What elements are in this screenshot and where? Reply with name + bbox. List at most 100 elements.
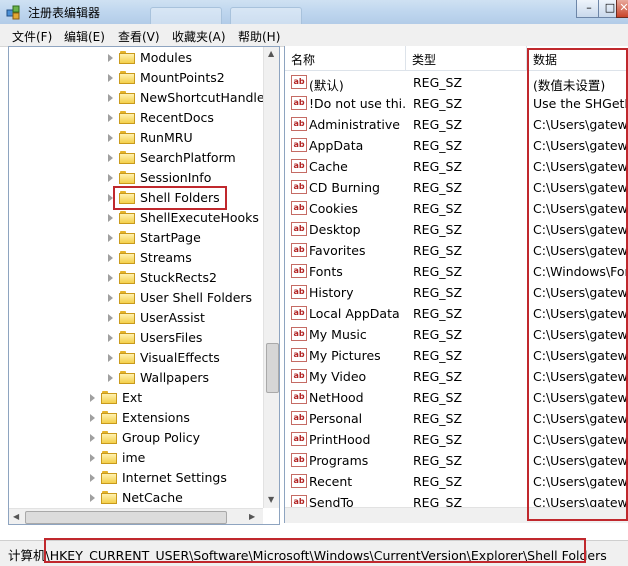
folder-icon	[101, 411, 117, 424]
folder-icon	[119, 351, 135, 364]
tree-item[interactable]: NewShortcutHandler	[9, 88, 270, 108]
string-value-icon: ab	[291, 138, 307, 152]
folder-icon	[119, 371, 135, 384]
string-value-icon: ab	[291, 117, 307, 131]
tree-horizontal-scrollbar[interactable]: ◀ ▶	[9, 508, 263, 524]
expand-arrow-icon[interactable]	[90, 434, 95, 442]
tree-item-label: Wallpapers	[140, 370, 210, 385]
background-tabs	[150, 7, 450, 25]
expand-arrow-icon[interactable]	[108, 214, 113, 222]
tree-item[interactable]: RecentDocs	[9, 108, 263, 128]
value-type: REG_SZ	[413, 75, 463, 90]
tree-item[interactable]: StuckRects2	[9, 268, 263, 288]
tree-vertical-scrollbar[interactable]: ▲ ▼	[263, 47, 279, 508]
tree-item[interactable]: SessionInfo	[9, 168, 263, 188]
tree-item[interactable]: SearchPlatform	[9, 148, 263, 168]
value-name: My Pictures	[309, 348, 381, 363]
tree-item[interactable]: Streams	[9, 248, 263, 268]
folder-icon	[119, 151, 135, 164]
folder-icon	[119, 171, 135, 184]
value-type: REG_SZ	[413, 411, 463, 426]
string-value-icon: ab	[291, 474, 307, 488]
expand-arrow-icon[interactable]	[108, 254, 113, 262]
tree-item[interactable]: Ext	[9, 388, 263, 408]
value-type: REG_SZ	[413, 180, 463, 195]
tree-item[interactable]: StartPage	[9, 228, 263, 248]
value-type: REG_SZ	[413, 432, 463, 447]
tree-item[interactable]: NetCache	[9, 488, 263, 508]
expand-arrow-icon[interactable]	[108, 274, 113, 282]
expand-arrow-icon[interactable]	[90, 394, 95, 402]
menu-favorites[interactable]: 收藏夹(A)	[172, 28, 226, 45]
tree-item[interactable]: ShellExecuteHooks	[9, 208, 263, 228]
folder-icon	[119, 211, 135, 224]
data-column-highlight	[527, 48, 628, 521]
menu-edit[interactable]: 编辑(E)	[64, 28, 105, 45]
expand-arrow-icon[interactable]	[108, 114, 113, 122]
expand-arrow-icon[interactable]	[108, 94, 113, 102]
scroll-up-arrow-icon[interactable]: ▲	[268, 49, 274, 58]
tree-item[interactable]: Extensions	[9, 408, 263, 428]
value-type: REG_SZ	[413, 369, 463, 384]
folder-icon	[119, 231, 135, 244]
expand-arrow-icon[interactable]	[108, 54, 113, 62]
tree-item-label: Modules	[140, 50, 192, 65]
column-header-name[interactable]: 名称	[285, 46, 406, 71]
tree-item[interactable]: RunMRU	[9, 128, 263, 148]
expand-arrow-icon[interactable]	[108, 334, 113, 342]
tree-hscroll-thumb[interactable]	[25, 511, 227, 524]
expand-arrow-icon[interactable]	[90, 474, 95, 482]
scroll-right-arrow-icon[interactable]: ▶	[249, 512, 255, 521]
value-name: Desktop	[309, 222, 361, 237]
expand-arrow-icon[interactable]	[90, 494, 95, 502]
expand-arrow-icon[interactable]	[108, 174, 113, 182]
value-name: Administrative ...	[309, 117, 405, 132]
value-name: Personal	[309, 411, 363, 426]
value-name: Local AppData	[309, 306, 400, 321]
tree-item[interactable]: ime	[9, 448, 263, 468]
tree-item-label: UsersFiles	[140, 330, 203, 345]
expand-arrow-icon[interactable]	[108, 294, 113, 302]
tree-item-label: VisualEffects	[140, 350, 220, 365]
expand-arrow-icon[interactable]	[108, 134, 113, 142]
string-value-icon: ab	[291, 201, 307, 215]
tree-scroll-thumb[interactable]	[266, 343, 279, 393]
tree-item[interactable]: VisualEffects	[9, 348, 263, 368]
close-button[interactable]: ✕	[616, 0, 628, 18]
expand-arrow-icon[interactable]	[108, 314, 113, 322]
folder-icon	[119, 111, 135, 124]
column-header-type[interactable]: 类型	[406, 46, 527, 71]
string-value-icon: ab	[291, 369, 307, 383]
expand-arrow-icon[interactable]	[108, 154, 113, 162]
expand-arrow-icon[interactable]	[108, 374, 113, 382]
tree-item[interactable]: Internet Settings	[9, 468, 263, 488]
expand-arrow-icon[interactable]	[90, 454, 95, 462]
menu-view[interactable]: 查看(V)	[118, 28, 160, 45]
folder-icon	[119, 331, 135, 344]
tree-item[interactable]: UsersFiles	[9, 328, 263, 348]
expand-arrow-icon[interactable]	[90, 414, 95, 422]
registry-key-tree[interactable]: Modules MountPoints2 NewShortcutHandler Rec…	[8, 46, 280, 525]
scroll-left-arrow-icon[interactable]: ◀	[13, 512, 19, 521]
string-value-icon: ab	[291, 180, 307, 194]
expand-arrow-icon[interactable]	[108, 74, 113, 82]
expand-arrow-icon[interactable]	[108, 354, 113, 362]
tree-item[interactable]: MountPoints2	[9, 68, 263, 88]
tree-item[interactable]: Group Policy	[9, 428, 263, 448]
value-name: PrintHood	[309, 432, 371, 447]
tree-item-label: NewShortcutHandler	[140, 90, 270, 105]
tree-item[interactable]: UserAssist	[9, 308, 263, 328]
tree-item[interactable]: Wallpapers	[9, 368, 263, 388]
menu-file[interactable]: 文件(F)	[12, 28, 52, 45]
tree-item[interactable]: User Shell Folders	[9, 288, 263, 308]
value-name: (默认)	[309, 78, 344, 93]
title-bar: 注册表编辑器 – □ ✕	[0, 0, 628, 25]
menu-help[interactable]: 帮助(H)	[238, 28, 280, 45]
expand-arrow-icon[interactable]	[108, 234, 113, 242]
folder-icon	[101, 471, 117, 484]
value-name: Programs	[309, 453, 369, 468]
scroll-down-arrow-icon[interactable]: ▼	[268, 495, 274, 504]
folder-icon	[101, 391, 117, 404]
tree-item[interactable]: Modules	[9, 48, 263, 68]
tree-item-label: RecentDocs	[140, 110, 214, 125]
